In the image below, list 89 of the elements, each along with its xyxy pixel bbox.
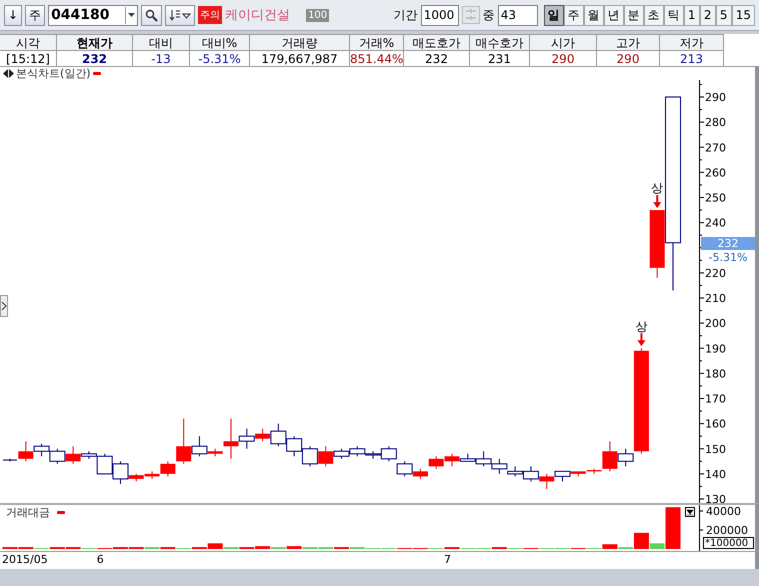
volume-title: 거래대금 <box>6 506 50 519</box>
period-field[interactable]: 1000 <box>420 4 459 26</box>
table-cell: -5.31% <box>190 50 250 66</box>
date-label: 7 <box>444 553 451 566</box>
upper-limit-label: 상 <box>651 181 664 196</box>
table-cell: 179,667,987 <box>250 50 350 66</box>
column-header: 저가 <box>660 34 724 50</box>
interval-tab[interactable]: 2 <box>700 4 716 26</box>
interval-tab[interactable]: 초 <box>644 4 664 26</box>
axis-label: 200000 <box>706 524 748 537</box>
candlestick <box>302 446 318 467</box>
axis-label: 200 <box>705 317 726 330</box>
axis-label: 160 <box>705 418 726 431</box>
table-cell: 290 <box>597 50 660 66</box>
warning-badge: 주의 <box>198 6 222 24</box>
chart-title: 본식차트(일간) <box>16 66 91 81</box>
axis-label: 210 <box>705 292 726 305</box>
side-panel-toggle[interactable] <box>0 295 8 317</box>
code-field[interactable]: 044180 <box>48 4 138 26</box>
dropdown-icon <box>128 13 135 17</box>
margin-badge: 100 <box>306 8 330 22</box>
axis-label: 170 <box>705 392 726 406</box>
column-header: 매수호가 <box>470 34 530 50</box>
table-cell: 232 <box>57 50 133 66</box>
market-button[interactable]: 주 <box>25 4 46 26</box>
table-cell: 232 <box>404 50 470 66</box>
search-button[interactable] <box>141 4 162 26</box>
candlestick <box>349 446 366 457</box>
change-label: -5.31% <box>708 250 748 264</box>
collapse-icon[interactable] <box>685 507 695 517</box>
search-icon <box>145 8 158 22</box>
sort-icon <box>169 9 192 21</box>
interval-tab[interactable]: 5 <box>716 4 732 26</box>
column-header: 매도호가 <box>404 34 470 50</box>
axis-label: 130 <box>705 493 726 503</box>
column-header: 고가 <box>597 34 660 50</box>
candlestick <box>286 436 302 457</box>
axis-label: 280 <box>705 116 726 130</box>
column-header: 시각 <box>0 34 57 50</box>
split-arrows-icon[interactable] <box>3 69 14 78</box>
table-cell: 851.44% <box>350 50 404 66</box>
axis-label: 270 <box>705 141 726 154</box>
column-header: 대비 <box>133 34 190 50</box>
chevron-icon <box>1 302 7 310</box>
axis-label: 250 <box>705 192 726 204</box>
period-label: 기간 <box>394 6 418 24</box>
interval-tab[interactable]: 분 <box>624 4 644 26</box>
column-header: 거래량 <box>250 34 350 50</box>
stock-name: 케이디건설 <box>225 7 292 24</box>
interval-tab[interactable]: 15 <box>732 4 755 26</box>
axis-label: 190 <box>705 342 726 356</box>
interval-tab[interactable]: 년 <box>604 4 624 26</box>
interval-tab[interactable]: 1 <box>684 4 700 26</box>
table-cell: [15:12] <box>0 50 57 66</box>
interval-tab[interactable]: 주 <box>564 4 584 26</box>
candlestick <box>49 448 66 464</box>
sort-button[interactable] <box>165 4 196 26</box>
down-button[interactable]: ↓ <box>4 4 22 26</box>
down-arrow <box>637 333 646 346</box>
price-tag: 232 <box>701 236 755 250</box>
axis-label: 220 <box>705 266 726 280</box>
table-cell: 231 <box>470 50 530 66</box>
axis-label: 180 <box>705 367 726 380</box>
axis-label: 290 <box>705 91 726 104</box>
interval-tab[interactable]: 틱 <box>664 4 684 26</box>
column-header: 현재가 <box>57 34 133 50</box>
interval-tab[interactable]: 월 <box>584 4 604 26</box>
candlestick <box>428 456 444 470</box>
legend-mark <box>57 511 65 514</box>
date-label: 2015/05 <box>2 553 48 566</box>
axis-label: 240 <box>705 216 726 230</box>
column-header: 거래% <box>350 34 404 50</box>
legend-mark <box>92 72 101 75</box>
unit-label: *100000 <box>703 537 754 549</box>
date-label: 6 <box>96 553 104 566</box>
table-cell: 290 <box>530 50 597 66</box>
axis-label: 40000 <box>706 505 741 518</box>
axis-label: 150 <box>705 442 726 456</box>
interval-tab[interactable]: 일 <box>544 4 564 26</box>
count-label: 중 <box>482 6 495 24</box>
table-cell: -13 <box>133 50 190 66</box>
upper-limit-label: 상 <box>635 319 648 334</box>
column-header: 대비% <box>190 34 250 50</box>
column-header: 시가 <box>530 34 597 50</box>
count-field[interactable]: 43 <box>498 4 538 26</box>
down-arrow <box>653 195 662 208</box>
axis-label: 260 <box>705 166 726 180</box>
axis-label: 140 <box>705 468 726 481</box>
table-cell: 213 <box>660 50 724 66</box>
